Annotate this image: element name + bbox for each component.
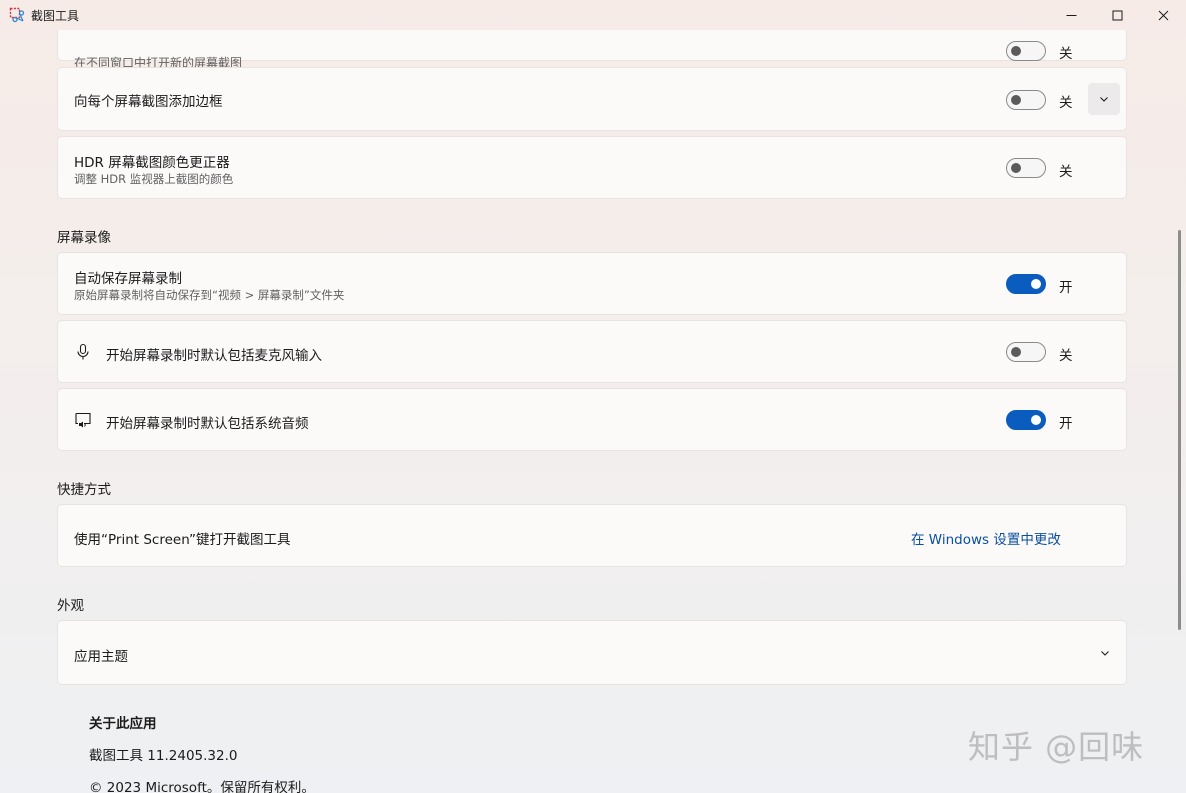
close-icon — [1158, 10, 1168, 20]
system-audio-toggle-state: 开 — [1059, 416, 1073, 432]
printscreen-card: 使用“Print Screen”键打开截图工具 在 Windows 设置中更改 — [57, 504, 1127, 567]
title-bar: 截图工具 — [0, 0, 1186, 30]
copyright-text: © 2023 Microsoft。保留所有权利。 — [89, 780, 315, 793]
chevron-down-icon — [1100, 97, 1108, 102]
hdr-card: HDR 屏幕截图颜色更正器 调整 HDR 监视器上截图的颜色 关 — [57, 136, 1127, 199]
system-audio-toggle[interactable] — [1006, 410, 1046, 430]
border-toggle[interactable] — [1006, 90, 1046, 110]
about-heading: 关于此应用 — [89, 716, 157, 732]
snipping-tool-icon — [9, 7, 25, 23]
system-audio-title: 开始屏幕录制时默认包括系统音频 — [106, 416, 309, 432]
hdr-title: HDR 屏幕截图颜色更正器 — [74, 155, 230, 171]
shortcuts-heading: 快捷方式 — [57, 482, 111, 498]
window-title: 截图工具 — [31, 9, 80, 23]
windows-settings-link[interactable]: 在 Windows 设置中更改 — [911, 528, 1061, 548]
border-toggle-state: 关 — [1059, 95, 1073, 111]
new-window-toggle[interactable] — [1006, 41, 1046, 61]
new-window-card: 在不同窗口中打开新的屏幕截图 关 — [57, 30, 1127, 70]
system-audio-icon — [75, 412, 91, 428]
system-audio-card: 开始屏幕录制时默认包括系统音频 开 — [57, 388, 1127, 451]
microphone-card: 开始屏幕录制时默认包括麦克风输入 关 — [57, 320, 1127, 383]
hdr-subtitle: 调整 HDR 监视器上截图的颜色 — [74, 172, 234, 186]
app-version: 截图工具 11.2405.32.0 — [89, 748, 238, 764]
maximize-button[interactable] — [1094, 0, 1140, 30]
microphone-icon — [77, 343, 89, 360]
microphone-title: 开始屏幕录制时默认包括麦克风输入 — [106, 348, 322, 364]
border-expand-button[interactable] — [1088, 83, 1120, 115]
autosave-toggle-state: 开 — [1059, 280, 1073, 296]
theme-card[interactable]: 应用主题 — [57, 620, 1127, 685]
recording-heading: 屏幕录像 — [57, 230, 111, 246]
border-title: 向每个屏幕截图添加边框 — [74, 94, 223, 110]
chevron-down-icon — [1101, 651, 1109, 656]
watermark: 知乎 @回味 — [968, 728, 1145, 766]
minimize-button[interactable] — [1048, 0, 1094, 30]
minimize-icon — [1066, 14, 1076, 16]
autosave-subtitle: 原始屏幕录制将自动保存到“视频 > 屏幕录制”文件夹 — [74, 288, 345, 302]
printscreen-title: 使用“Print Screen”键打开截图工具 — [74, 532, 291, 548]
hdr-toggle[interactable] — [1006, 158, 1046, 178]
border-card: 向每个屏幕截图添加边框 关 — [57, 67, 1127, 131]
microphone-toggle[interactable] — [1006, 342, 1046, 362]
microphone-toggle-state: 关 — [1059, 348, 1073, 364]
new-window-toggle-state: 关 — [1059, 46, 1073, 62]
hdr-toggle-state: 关 — [1059, 164, 1073, 180]
appearance-heading: 外观 — [57, 598, 84, 614]
settings-content: 在不同窗口中打开新的屏幕截图 关 向每个屏幕截图添加边框 关 HDR 屏幕截图颜… — [0, 30, 1176, 793]
scrollbar-thumb[interactable] — [1178, 230, 1181, 630]
autosave-toggle[interactable] — [1006, 274, 1046, 294]
maximize-icon — [1112, 10, 1122, 20]
autosave-card: 自动保存屏幕录制 原始屏幕录制将自动保存到“视频 > 屏幕录制”文件夹 开 — [57, 252, 1127, 315]
theme-title: 应用主题 — [74, 649, 128, 665]
close-button[interactable] — [1140, 0, 1186, 30]
autosave-title: 自动保存屏幕录制 — [74, 271, 182, 287]
